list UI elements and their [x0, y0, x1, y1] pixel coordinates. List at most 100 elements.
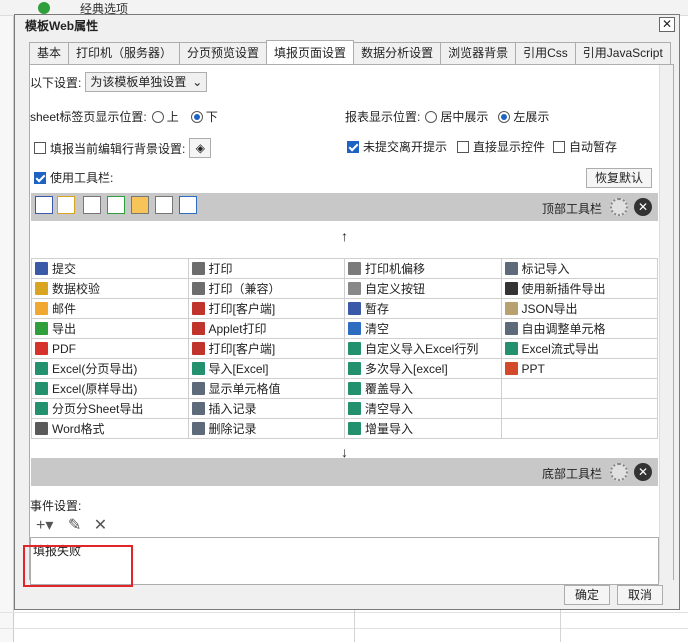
toolbar-button-cell[interactable]: 导出: [31, 318, 189, 339]
auto-save-checkbox[interactable]: [553, 140, 566, 153]
button-icon: [191, 402, 205, 415]
button-icon: [348, 302, 361, 315]
restore-default-button[interactable]: 恢复默认: [586, 168, 652, 188]
add-event-button[interactable]: +▾: [36, 517, 53, 534]
button-icon: [504, 282, 518, 295]
toolbar-button-cell[interactable]: Word格式: [31, 418, 189, 439]
toolbar-button-cell[interactable]: 分页分Sheet导出: [31, 398, 189, 419]
export-icon[interactable]: [107, 196, 125, 214]
report-center-radio[interactable]: [425, 110, 438, 123]
toolbar-button-cell[interactable]: 使用新插件导出: [500, 278, 658, 299]
button-icon: [35, 382, 48, 395]
toolbar-button-cell[interactable]: 清空导入: [344, 398, 502, 419]
tab-printer-server[interactable]: 打印机（服务器）: [68, 42, 181, 64]
use-toolbar-row: 使用工具栏:: [34, 169, 113, 186]
toolbar-button-cell[interactable]: Excel(分页导出): [31, 358, 189, 379]
toolbar-button-cell[interactable]: 暂存: [344, 298, 502, 319]
sheet-position-up-radio[interactable]: [151, 110, 164, 123]
toolbar-button-cell[interactable]: JSON导出: [500, 298, 658, 319]
toolbar-button-cell[interactable]: 多次导入[excel]: [344, 358, 502, 379]
verify-icon[interactable]: [57, 196, 75, 214]
toolbar-button-cell[interactable]: Excel(原样导出): [31, 378, 189, 399]
toolbar-button-cell[interactable]: 自定义导入Excel行列: [344, 338, 502, 359]
button-icon: [191, 362, 205, 375]
tab-fill-page-settings[interactable]: 填报页面设置: [266, 40, 355, 64]
gear-icon[interactable]: [610, 463, 628, 481]
toolbar-button-cell[interactable]: 邮件: [31, 298, 189, 319]
button-row: 分页分Sheet导出 插入记录 清空导入: [31, 398, 658, 419]
toolbar-button-cell[interactable]: 导入[Excel]: [187, 358, 345, 379]
toolbar-button-cell[interactable]: 增量导入: [344, 418, 502, 439]
mail-icon[interactable]: [131, 196, 149, 214]
toolbar-button-cell[interactable]: 自定义按钮: [344, 278, 502, 299]
insert-record-icon[interactable]: [155, 196, 173, 214]
tab-page-preview[interactable]: 分页预览设置: [179, 42, 268, 64]
scrollbar[interactable]: [659, 65, 673, 581]
button-label: 暂存: [365, 302, 390, 316]
toolbar-button-cell[interactable]: 打印（兼容）: [187, 278, 345, 299]
arrow-up-icon[interactable]: ↑: [31, 225, 658, 247]
paint-bucket-icon[interactable]: ◈: [189, 138, 212, 158]
tab-css[interactable]: 引用Css: [515, 42, 576, 64]
use-toolbar-checkbox[interactable]: [34, 171, 46, 184]
button-icon: [35, 422, 48, 435]
tab-data-analysis[interactable]: 数据分析设置: [353, 42, 442, 64]
tab-basic[interactable]: 基本: [29, 42, 70, 64]
toolbar-button-cell[interactable]: 显示单元格值: [187, 378, 345, 399]
toolbar-button-cell[interactable]: 标记导入: [500, 258, 658, 279]
report-center-label: 居中展示: [440, 110, 489, 124]
button-label: 打印[客户端]: [208, 342, 276, 356]
button-icon: [348, 362, 361, 375]
clear-icon[interactable]: ✕: [634, 198, 652, 216]
button-row: PDF 打印[客户端] 自定义导入Excel行列 Excel流式导出: [31, 338, 658, 359]
toolbar-button-cell: [500, 398, 658, 419]
report-left-radio[interactable]: [498, 110, 511, 123]
toolbar-button-cell[interactable]: 插入记录: [187, 398, 345, 419]
button-icon: [35, 282, 48, 295]
button-icon: [348, 262, 361, 275]
toolbar-button-cell[interactable]: 自由调整单元格: [500, 318, 658, 339]
toolbar-button-cell[interactable]: PDF: [31, 338, 189, 359]
toolbar-button-cell[interactable]: 提交: [31, 258, 189, 279]
toolbar-button-cell[interactable]: Applet打印: [187, 318, 345, 339]
tab-javascript[interactable]: 引用JavaScript: [574, 42, 671, 64]
sheet-position-label: sheet标签页显示位置:: [30, 110, 147, 124]
toolbar-button-cell[interactable]: Excel流式导出: [500, 338, 658, 359]
settings-mode-select[interactable]: 为该模板单独设置 ⌄: [85, 72, 208, 92]
top-toolbar-area: 顶部工具栏 ✕: [31, 193, 658, 221]
sheet-position-down-radio[interactable]: [190, 110, 203, 123]
button-label: Excel(原样导出): [52, 382, 138, 396]
button-icon: [191, 322, 205, 335]
close-button[interactable]: ✕: [659, 17, 675, 32]
button-label: 自定义按钮: [365, 282, 426, 296]
show-cell-value-icon[interactable]: [179, 196, 197, 214]
toolbar-button-cell[interactable]: 打印[客户端]: [187, 338, 345, 359]
toolbar-button-cell[interactable]: 覆盖导入: [344, 378, 502, 399]
toolbar-button-cell[interactable]: 删除记录: [187, 418, 345, 439]
event-tools: +▾ ✎ ✕: [36, 515, 107, 535]
tab-browser-background[interactable]: 浏览器背景: [440, 42, 517, 64]
button-label: 多次导入[excel]: [365, 362, 448, 376]
clear-icon[interactable]: ✕: [634, 463, 652, 481]
show-controls-checkbox[interactable]: [457, 140, 470, 153]
edit-icon[interactable]: ✎: [68, 517, 81, 534]
unsubmitted-prompt-checkbox[interactable]: [347, 140, 359, 153]
toolbar-button-cell[interactable]: PPT: [500, 358, 658, 379]
highlight-box: [23, 545, 133, 587]
button-icon: [35, 341, 48, 355]
submit-icon[interactable]: [35, 196, 53, 214]
button-label: 使用新插件导出: [521, 282, 606, 296]
edit-row-bg-checkbox[interactable]: [34, 142, 46, 154]
button-icon: [348, 282, 361, 295]
toolbar-button-cell[interactable]: 数据校验: [31, 278, 189, 299]
toolbar-button-cell[interactable]: 清空: [344, 318, 502, 339]
template-web-properties-dialog: 模板Web属性 ✕ 基本 打印机（服务器） 分页预览设置 填报页面设置 数据分析…: [14, 14, 680, 610]
delete-icon[interactable]: ✕: [94, 517, 107, 534]
print-icon[interactable]: [83, 196, 101, 214]
toolbar-button-cell[interactable]: 打印[客户端]: [187, 298, 345, 319]
cancel-button[interactable]: 取消: [617, 585, 663, 605]
gear-icon[interactable]: [610, 198, 628, 216]
toolbar-button-cell[interactable]: 打印: [187, 258, 345, 279]
toolbar-button-cell[interactable]: 打印机偏移: [344, 258, 502, 279]
ok-button[interactable]: 确定: [564, 585, 610, 605]
